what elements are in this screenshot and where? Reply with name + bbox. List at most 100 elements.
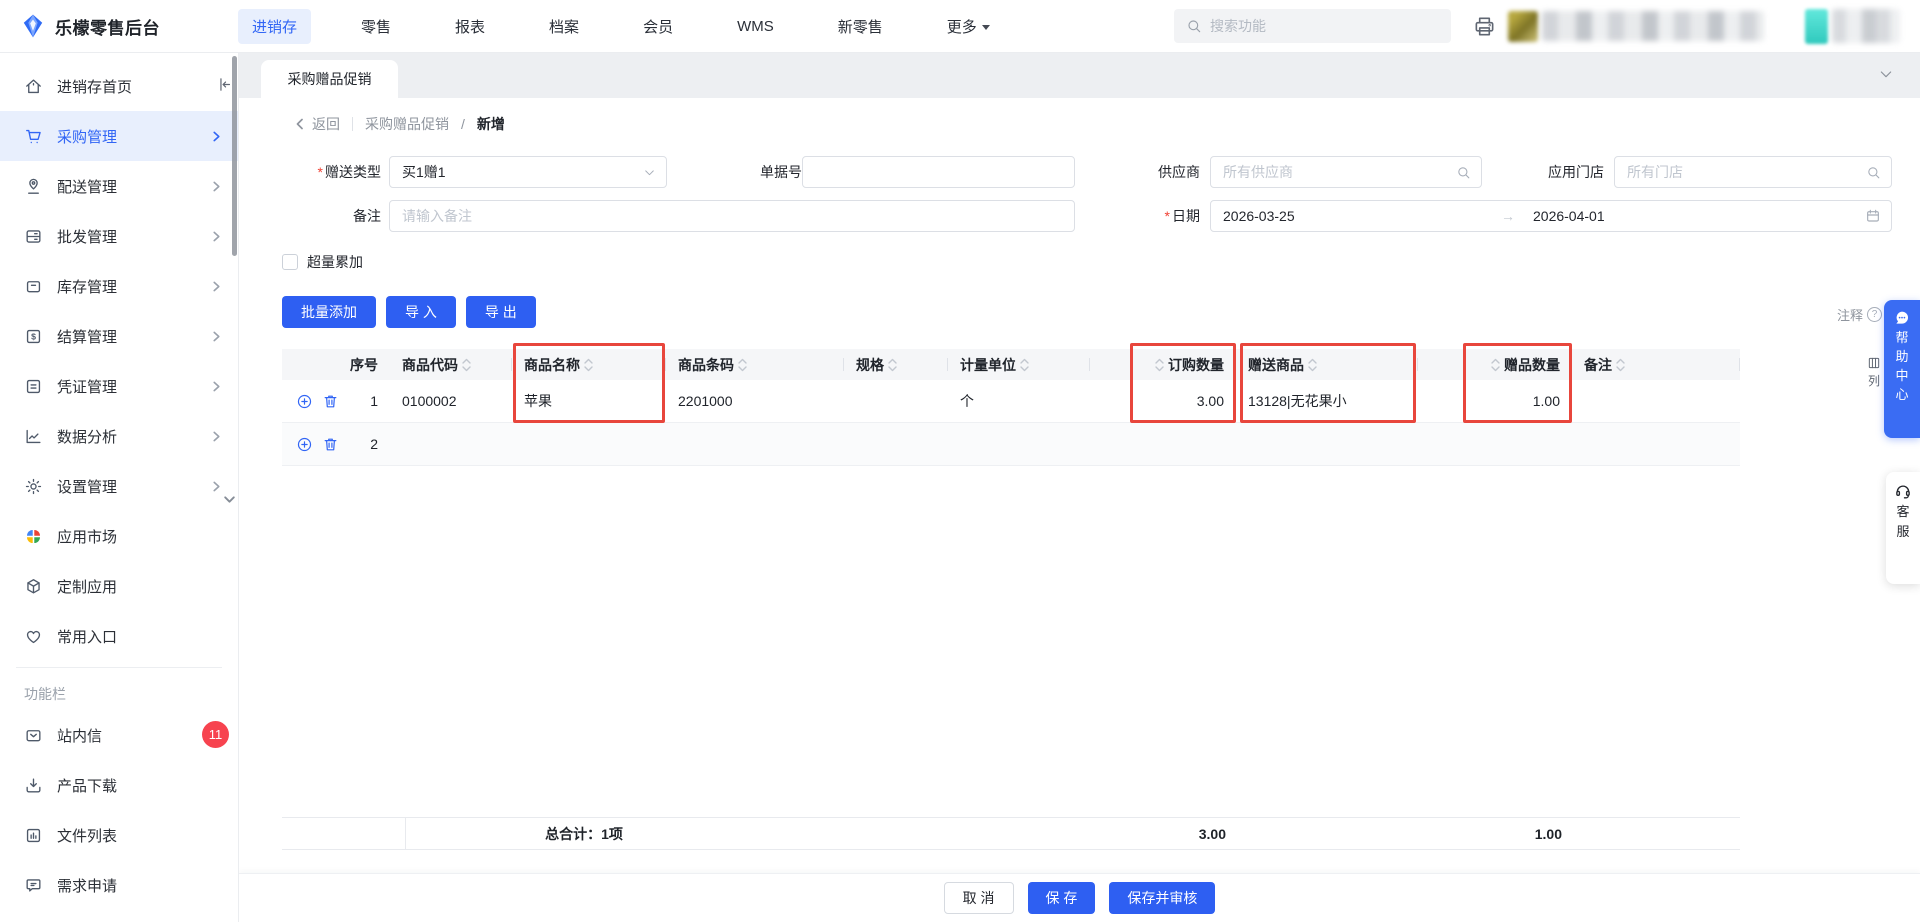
export-button[interactable]: 导 出: [465, 296, 536, 328]
sort-icon[interactable]: [1308, 358, 1317, 372]
sort-icon[interactable]: [1491, 358, 1500, 372]
menu-lingshou[interactable]: 零售: [347, 9, 405, 44]
sidebar-item-file-list[interactable]: 文件列表: [0, 810, 238, 860]
menu-more[interactable]: 更多: [933, 9, 1004, 44]
annotation-hint: 注释 ?: [1837, 305, 1883, 324]
sidebar-item-messages[interactable]: 站内信 11: [0, 710, 238, 760]
breadcrumb-parent[interactable]: 采购赠品促销: [365, 114, 449, 134]
cell-barcode[interactable]: [666, 423, 844, 465]
sort-icon[interactable]: [1616, 358, 1625, 372]
question-circle-icon[interactable]: ?: [1867, 307, 1883, 322]
order-no-field[interactable]: [802, 156, 1075, 188]
menu-xinlingshou[interactable]: 新零售: [824, 9, 897, 44]
cell-gift-qty[interactable]: [1418, 423, 1572, 465]
col-gift-qty[interactable]: 赠品数量: [1418, 349, 1572, 380]
store-input[interactable]: [1627, 164, 1866, 180]
remark-input[interactable]: [402, 208, 1064, 224]
supplier-field[interactable]: [1210, 156, 1482, 188]
chevron-right-icon: [211, 381, 222, 392]
cell-remark[interactable]: [1572, 423, 1740, 465]
printer-icon[interactable]: [1473, 15, 1496, 38]
back-button[interactable]: 返回: [294, 114, 340, 134]
cell-gift-item[interactable]: [1236, 423, 1418, 465]
col-unit[interactable]: 计量单位: [948, 349, 1090, 380]
global-search[interactable]: [1174, 9, 1451, 43]
sidebar-item-wholesale[interactable]: 批发管理: [0, 211, 238, 261]
date-end: 2026-04-01: [1533, 208, 1605, 224]
sort-icon[interactable]: [1020, 358, 1029, 372]
store-label: 应用门店: [1548, 164, 1604, 180]
pinwheel-icon: [24, 527, 43, 546]
sidebar-item-voucher[interactable]: 凭证管理: [0, 361, 238, 411]
sidebar-item-purchase[interactable]: 采购管理: [0, 111, 238, 161]
col-name[interactable]: 商品名称: [512, 349, 666, 380]
remark-field[interactable]: [389, 200, 1075, 232]
store-field[interactable]: [1614, 156, 1892, 188]
date-range-picker[interactable]: 2026-03-25 → 2026-04-01: [1210, 200, 1892, 232]
calendar-icon: [1865, 208, 1881, 224]
delete-row-icon[interactable]: [322, 436, 339, 453]
sidebar-item-home[interactable]: 进销存首页: [0, 61, 238, 111]
cell-order-qty[interactable]: [1090, 423, 1236, 465]
sort-icon[interactable]: [888, 358, 897, 372]
cell-gift-qty[interactable]: 1.00: [1418, 380, 1572, 422]
cell-name[interactable]: [512, 423, 666, 465]
sidebar-item-inventory[interactable]: 库存管理: [0, 261, 238, 311]
over-accumulate-checkbox[interactable]: [282, 254, 298, 270]
table-row: 1 0100002 苹果 2201000 个 3.00 13128|无花果小 1…: [282, 380, 1740, 423]
cancel-button[interactable]: 取 消: [943, 882, 1014, 914]
batch-add-button[interactable]: 批量添加: [282, 296, 376, 328]
customer-service-panel[interactable]: 客 服: [1886, 472, 1920, 584]
tabs-collapse-icon[interactable]: [1878, 66, 1894, 82]
sort-icon[interactable]: [738, 358, 747, 372]
collapse-sidebar-icon[interactable]: [216, 76, 233, 93]
sidebar-item-analytics[interactable]: 数据分析: [0, 411, 238, 461]
menu-huiyuan[interactable]: 会员: [629, 9, 687, 44]
supplier-input[interactable]: [1223, 164, 1456, 180]
sidebar-item-delivery[interactable]: 配送管理: [0, 161, 238, 211]
help-center-panel[interactable]: 帮 助 中 心: [1884, 300, 1920, 438]
gift-type-select[interactable]: 买1赠1: [389, 156, 667, 188]
cell-code[interactable]: [390, 423, 512, 465]
sidebar-item-app-market[interactable]: 应用市场: [0, 511, 238, 561]
save-and-audit-button[interactable]: 保存并审核: [1109, 882, 1216, 914]
order-no-input[interactable]: [815, 164, 1064, 180]
sidebar-item-favorites[interactable]: 常用入口: [0, 611, 238, 661]
sidebar-item-product-download[interactable]: 产品下载: [0, 760, 238, 810]
menu-wms[interactable]: WMS: [723, 11, 788, 42]
table-header-row: 序号 商品代码 商品名称 商品条码 规格 计量单位 订购数量 赠送商品 赠品数量…: [282, 349, 1740, 380]
cube-icon: [24, 577, 43, 596]
over-accumulate-option[interactable]: 超量累加: [282, 252, 363, 272]
sidebar-item-settlement[interactable]: $ 结算管理: [0, 311, 238, 361]
heart-icon: [24, 627, 43, 646]
search-input[interactable]: [1210, 18, 1410, 34]
col-order-qty[interactable]: 订购数量: [1090, 349, 1236, 380]
add-row-icon[interactable]: [296, 436, 313, 453]
menu-jinxiaocun[interactable]: 进销存: [238, 8, 312, 44]
cell-remark[interactable]: [1572, 380, 1740, 422]
col-remark[interactable]: 备注: [1572, 349, 1740, 380]
breadcrumb-separator: /: [461, 116, 465, 132]
menu-baobiao[interactable]: 报表: [441, 9, 499, 44]
sidebar-item-custom-app[interactable]: 定制应用: [0, 561, 238, 611]
headset-icon: [1894, 482, 1912, 500]
col-code[interactable]: 商品代码: [390, 349, 512, 380]
sidebar-item-request[interactable]: 需求申请: [0, 860, 238, 910]
cell-order-qty[interactable]: 3.00: [1090, 380, 1236, 422]
sort-icon[interactable]: [1155, 358, 1164, 372]
add-row-icon[interactable]: [296, 393, 313, 410]
tab-purchase-gift-promo[interactable]: 采购赠品促销: [261, 60, 398, 98]
col-spec[interactable]: 规格: [844, 349, 948, 380]
save-button[interactable]: 保 存: [1027, 882, 1096, 914]
scroll-down-icon[interactable]: [223, 493, 236, 506]
sort-icon[interactable]: [584, 358, 593, 372]
menu-dangan[interactable]: 档案: [535, 9, 593, 44]
import-button[interactable]: 导 入: [386, 296, 456, 328]
sort-icon[interactable]: [462, 358, 471, 372]
cell-gift-item[interactable]: 13128|无花果小: [1236, 380, 1418, 422]
col-gift-item[interactable]: 赠送商品: [1236, 349, 1418, 380]
search-icon: [1866, 165, 1881, 180]
delete-row-icon[interactable]: [322, 393, 339, 410]
col-barcode[interactable]: 商品条码: [666, 349, 844, 380]
sidebar-item-settings[interactable]: 设置管理: [0, 461, 238, 511]
